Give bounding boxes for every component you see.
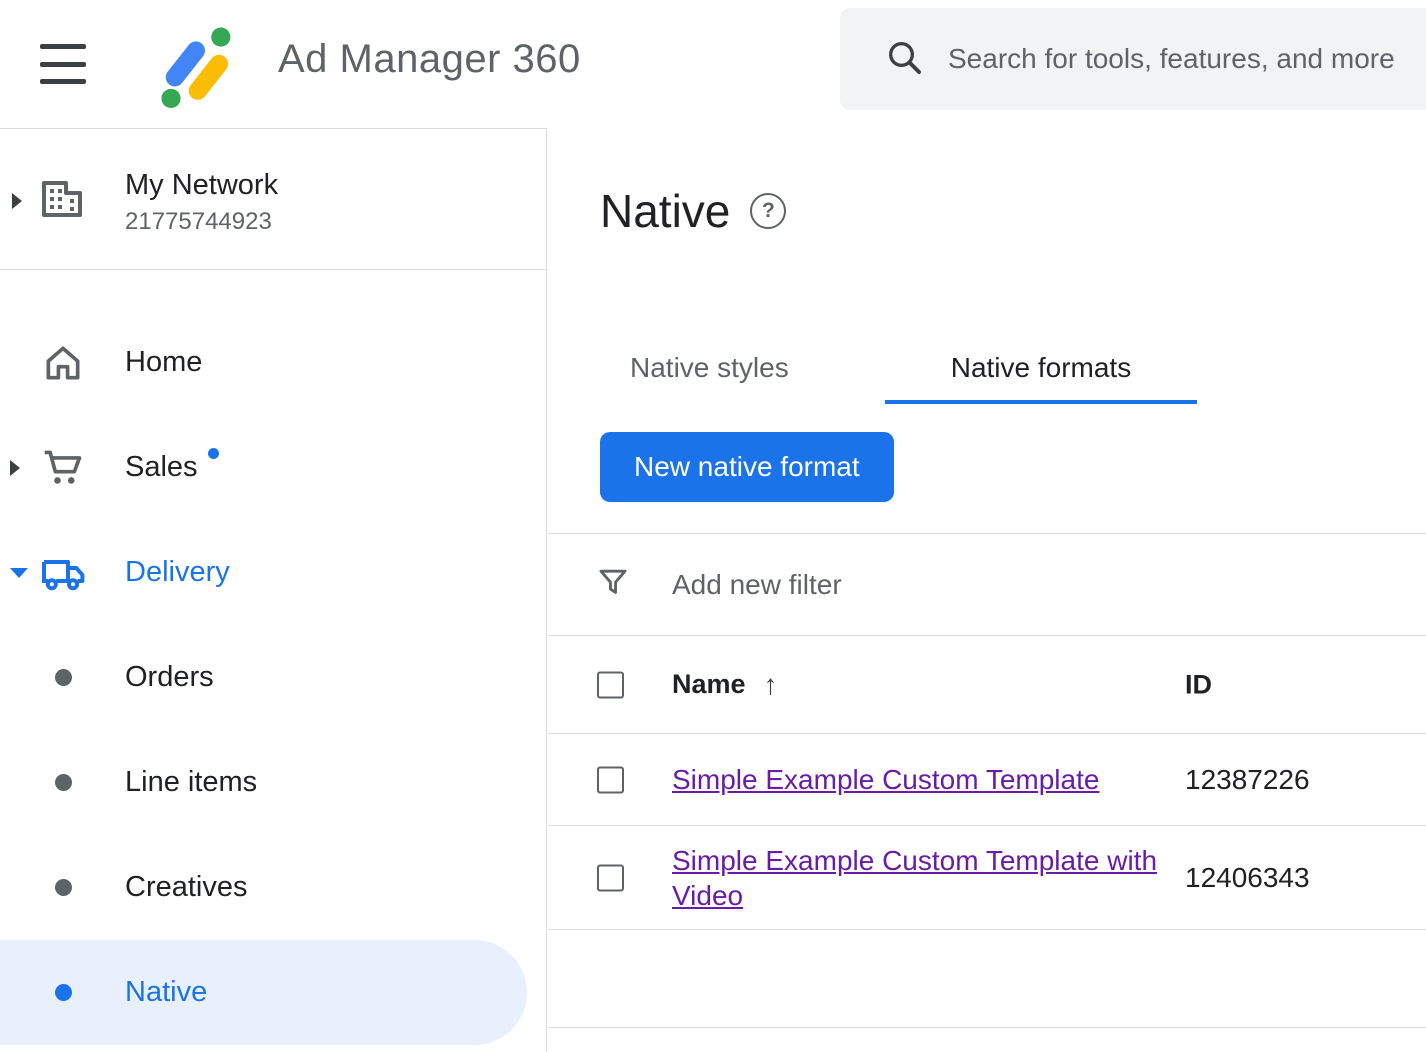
sidebar-item-creatives[interactable]: Creatives (0, 835, 546, 940)
notification-dot (208, 448, 219, 459)
cart-icon (38, 446, 88, 490)
topbar: Ad Manager 360 Search for tools, feature… (0, 0, 1426, 128)
format-link[interactable]: Simple Example Custom Template with Vide… (672, 845, 1157, 911)
search-placeholder: Search for tools, features, and more (948, 43, 1395, 75)
column-header-id: ID (1185, 669, 1212, 700)
app-title: Ad Manager 360 (278, 37, 581, 82)
bullet-icon (55, 669, 72, 686)
table-row: Simple Example Custom Template 12387226 (548, 733, 1426, 825)
sidebar-item-label: Home (125, 346, 202, 379)
table-row: Simple Example Custom Template with Vide… (548, 825, 1426, 929)
sidebar-nav: Home Sales (0, 310, 546, 1045)
row-checkbox[interactable] (597, 864, 624, 891)
sidebar-item-label: Sales (125, 451, 198, 484)
menu-button[interactable] (40, 44, 86, 84)
truck-icon (38, 551, 88, 595)
filter-funnel-icon (596, 565, 630, 604)
tab-native-styles[interactable]: Native styles (564, 346, 855, 404)
sidebar-item-sales[interactable]: Sales (0, 415, 546, 520)
sidebar-item-label: Native (125, 976, 207, 1009)
sidebar-item-orders[interactable]: Orders (0, 625, 546, 730)
network-id: 21775744923 (125, 208, 278, 236)
select-all-checkbox[interactable] (597, 671, 624, 698)
sidebar-item-delivery[interactable]: Delivery (0, 520, 546, 625)
format-link[interactable]: Simple Example Custom Template (672, 764, 1099, 795)
bullet-icon (55, 774, 72, 791)
format-id-cell: 12406343 (1185, 862, 1310, 894)
home-icon (38, 341, 88, 385)
sidebar-item-line-items[interactable]: Line items (0, 730, 546, 835)
sidebar-item-home[interactable]: Home (0, 310, 546, 415)
search-bar[interactable]: Search for tools, features, and more (840, 8, 1426, 110)
expand-caret-icon[interactable] (12, 193, 22, 209)
table-header-row: Name ↑ ID (548, 635, 1426, 733)
network-selector[interactable]: My Network 21775744923 (0, 129, 546, 270)
help-icon[interactable]: ? (750, 193, 786, 229)
expand-caret-icon[interactable] (10, 460, 20, 476)
network-building-icon (38, 177, 86, 226)
collapse-caret-icon[interactable] (10, 568, 28, 578)
format-id-cell: 12387226 (1185, 764, 1310, 796)
main-content: Native ? Native styles Native formats Ne… (548, 128, 1426, 1052)
format-name-cell: Simple Example Custom Template (672, 762, 1212, 797)
search-icon (884, 37, 924, 82)
sort-ascending-icon[interactable]: ↑ (764, 669, 778, 701)
sidebar-item-label: Delivery (125, 556, 230, 589)
sidebar-item-native[interactable]: Native (0, 940, 527, 1045)
row-checkbox[interactable] (597, 766, 624, 793)
bullet-icon (55, 879, 72, 896)
page-title: Native (600, 184, 730, 238)
tab-bar: Native styles Native formats (564, 346, 1197, 404)
table-empty-area (548, 929, 1426, 1028)
sidebar-item-label: Orders (125, 661, 214, 694)
filter-bar[interactable]: Add new filter (548, 533, 1426, 635)
bullet-icon (55, 984, 72, 1001)
network-name: My Network (125, 169, 278, 202)
column-header-name[interactable]: Name ↑ (672, 669, 778, 701)
tab-native-formats[interactable]: Native formats (885, 346, 1198, 404)
column-name-label: Name (672, 669, 746, 700)
sidebar: My Network 21775744923 Home Sales (0, 128, 547, 1052)
filter-placeholder: Add new filter (672, 569, 842, 601)
ad-manager-logo-icon (148, 16, 240, 113)
new-native-format-button[interactable]: New native format (600, 432, 894, 502)
format-name-cell: Simple Example Custom Template with Vide… (672, 843, 1212, 913)
sidebar-item-label: Creatives (125, 871, 248, 904)
sidebar-item-label: Line items (125, 766, 257, 799)
